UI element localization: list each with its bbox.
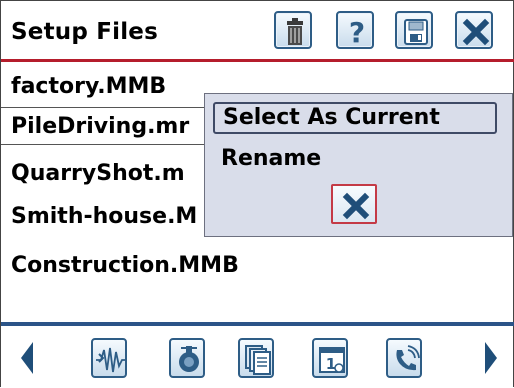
- help-icon: ?: [349, 16, 365, 49]
- header: Setup Files ?: [1, 1, 514, 62]
- scroll-left-icon[interactable]: [17, 338, 39, 378]
- sensor-button[interactable]: [169, 338, 205, 378]
- svg-text:?: ?: [349, 16, 365, 49]
- file-item[interactable]: QuarryShot.m: [1, 155, 206, 193]
- help-button[interactable]: ?: [336, 11, 374, 49]
- svg-text:1: 1: [326, 355, 336, 373]
- close-icon: [462, 18, 490, 46]
- screen: Setup Files ? factory.MMB PileDriving.mr…: [0, 0, 514, 387]
- scroll-right-icon[interactable]: [479, 338, 501, 378]
- file-item[interactable]: Construction.MMB: [1, 247, 514, 285]
- calendar-icon: 1: [319, 347, 345, 373]
- page-title: Setup Files: [11, 19, 158, 45]
- sensor-icon: [179, 346, 199, 372]
- close-button[interactable]: [455, 11, 493, 49]
- waveform-button[interactable]: [91, 338, 127, 378]
- phone-icon: [396, 345, 420, 371]
- phone-button[interactable]: [386, 338, 422, 378]
- bottom-toolbar: 1: [1, 326, 514, 388]
- menu-item-rename[interactable]: Rename: [213, 144, 321, 174]
- file-item-selected[interactable]: PileDriving.mr: [1, 107, 211, 145]
- save-button[interactable]: [395, 11, 433, 49]
- header-divider: [1, 59, 514, 62]
- documents-button[interactable]: [238, 338, 274, 378]
- trash-icon: [287, 18, 303, 45]
- calendar-button[interactable]: 1: [312, 338, 348, 378]
- close-icon: [342, 192, 370, 220]
- save-icon: [404, 19, 428, 45]
- menu-item-select-as-current[interactable]: Select As Current: [213, 102, 497, 134]
- menu-close-button[interactable]: [331, 184, 377, 224]
- delete-button[interactable]: [274, 11, 312, 49]
- documents-icon: [245, 345, 271, 375]
- waveform-icon: [96, 347, 126, 373]
- file-item[interactable]: Smith-house.M: [1, 198, 206, 236]
- context-menu: Select As Current Rename: [204, 93, 513, 237]
